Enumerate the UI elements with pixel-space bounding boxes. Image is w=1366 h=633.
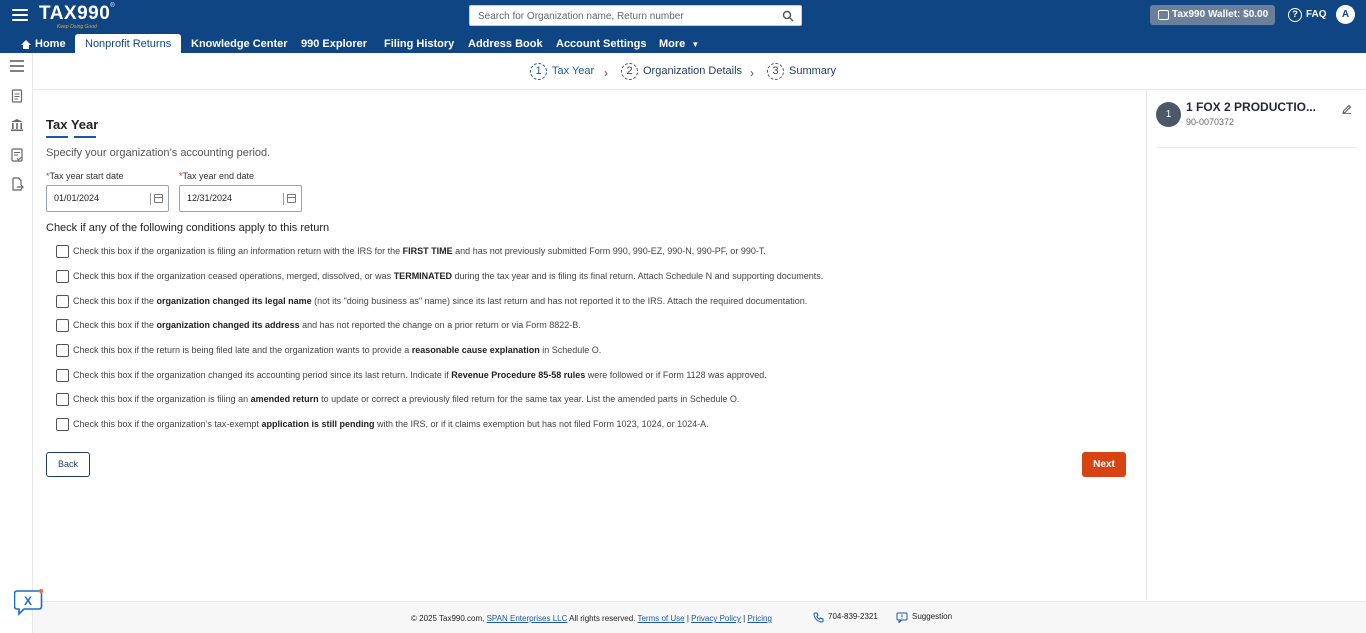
- suggestion-label: Suggestion: [912, 612, 953, 621]
- checkbox[interactable]: [56, 245, 69, 258]
- wallet-button[interactable]: Tax990 Wallet: $0.00: [1150, 5, 1275, 25]
- checkbox[interactable]: [56, 295, 69, 308]
- documents-icon[interactable]: [10, 89, 24, 103]
- conditions-heading: Check if any of the following conditions…: [46, 222, 330, 234]
- help-icon: ?: [1288, 8, 1302, 22]
- nav-account-settings[interactable]: Account Settings: [556, 34, 646, 53]
- nav-990-explorer[interactable]: 990 Explorer: [301, 34, 367, 53]
- end-date-label: *Tax year end date: [179, 171, 255, 181]
- search-icon[interactable]: [782, 10, 794, 22]
- divider: [1157, 147, 1357, 148]
- calendar-icon[interactable]: [287, 194, 296, 203]
- nav-more[interactable]: More ▼: [659, 34, 699, 53]
- svg-text:X: X: [24, 594, 32, 608]
- checklist-icon[interactable]: [10, 148, 24, 162]
- back-button[interactable]: Back: [46, 452, 90, 477]
- nav-knowledge-center[interactable]: Knowledge Center: [191, 34, 288, 53]
- step-tax-year[interactable]: 1 Tax Year: [530, 62, 594, 80]
- span-enterprises-link[interactable]: SPAN Enterprises LLC: [487, 614, 568, 623]
- search-input[interactable]: Search for Organization name, Return num…: [469, 5, 802, 26]
- start-date-label: *Tax year start date: [46, 171, 124, 181]
- checkbox[interactable]: [56, 369, 69, 382]
- phone-contact[interactable]: 704-839-2321: [813, 612, 878, 623]
- terms-link[interactable]: Terms of Use: [637, 614, 684, 623]
- bank-icon[interactable]: [10, 118, 24, 132]
- title-underline: [46, 136, 68, 138]
- phone-number: 704-839-2321: [828, 612, 878, 621]
- logo[interactable]: TAX990® Keep Doing Good: [39, 3, 115, 30]
- edit-icon[interactable]: [1342, 104, 1352, 114]
- step-organization-details[interactable]: 2 Organization Details: [621, 62, 742, 80]
- faq-link[interactable]: ? FAQ: [1288, 6, 1327, 24]
- search-placeholder: Search for Organization name, Return num…: [478, 11, 684, 22]
- start-date-field[interactable]: [46, 185, 169, 212]
- main-nav: Home Nonprofit Returns Knowledge Center …: [0, 34, 1366, 53]
- page-subtitle: Specify your organization’s accounting p…: [46, 147, 271, 159]
- file-export-icon[interactable]: [10, 177, 24, 191]
- checkbox[interactable]: [56, 418, 69, 431]
- wallet-label: Tax990 Wallet: $0.00: [1172, 9, 1269, 20]
- org-name: 1 FOX 2 PRODUCTIO...: [1186, 100, 1317, 114]
- footer: © 2025 Tax990.com, SPAN Enterprises LLC …: [33, 601, 1366, 633]
- rights-text: All rights reserved.: [569, 614, 636, 623]
- organization-panel: 1 1 FOX 2 PRODUCTIO... 90-0070372: [1146, 90, 1366, 600]
- wallet-icon: [1158, 10, 1169, 20]
- org-index-badge: 1: [1156, 102, 1181, 127]
- logo-tagline: Keep Doing Good: [57, 24, 97, 30]
- end-date-input[interactable]: [187, 193, 277, 203]
- phone-icon: [813, 612, 824, 623]
- next-button[interactable]: Next: [1082, 452, 1126, 477]
- calendar-icon[interactable]: [154, 194, 163, 203]
- step-summary[interactable]: 3 Summary: [767, 62, 836, 80]
- hamburger-menu-icon[interactable]: [12, 9, 28, 23]
- end-date-field[interactable]: [179, 185, 302, 212]
- org-ein: 90-0070372: [1186, 117, 1235, 127]
- chevron-right-icon: ›: [750, 66, 754, 80]
- logo-text: TAX990: [39, 3, 111, 24]
- privacy-link[interactable]: Privacy Policy: [691, 614, 741, 623]
- suggestion-link[interactable]: Suggestion: [896, 612, 953, 623]
- checkbox[interactable]: [56, 319, 69, 332]
- suggestion-icon: [896, 612, 908, 623]
- nav-filing-history[interactable]: Filing History: [384, 34, 454, 53]
- checkbox[interactable]: [56, 270, 69, 283]
- chat-assistant-icon[interactable]: X: [14, 588, 44, 616]
- nav-home[interactable]: Home: [21, 34, 66, 53]
- page-title: Tax Year: [46, 117, 99, 132]
- chevron-down-icon: ▼: [691, 40, 700, 49]
- checkbox[interactable]: [56, 344, 69, 357]
- faq-label: FAQ: [1306, 9, 1327, 20]
- home-icon: [21, 40, 31, 49]
- menu-icon[interactable]: [10, 59, 24, 73]
- nav-address-book[interactable]: Address Book: [468, 34, 543, 53]
- left-rail: [0, 53, 33, 633]
- start-date-input[interactable]: [54, 193, 144, 203]
- avatar[interactable]: A: [1336, 5, 1355, 24]
- stepper: 1 Tax Year › 2 Organization Details › 3 Sum…: [33, 53, 1366, 90]
- pricing-link[interactable]: Pricing: [747, 614, 771, 623]
- chevron-right-icon: ›: [604, 66, 608, 80]
- title-underline: [74, 136, 96, 138]
- app-header: TAX990® Keep Doing Good Search for Organ…: [0, 0, 1366, 53]
- checkbox[interactable]: [56, 393, 69, 406]
- copyright-text: © 2025 Tax990.com,: [411, 614, 485, 623]
- nav-nonprofit-returns[interactable]: Nonprofit Returns: [75, 34, 182, 53]
